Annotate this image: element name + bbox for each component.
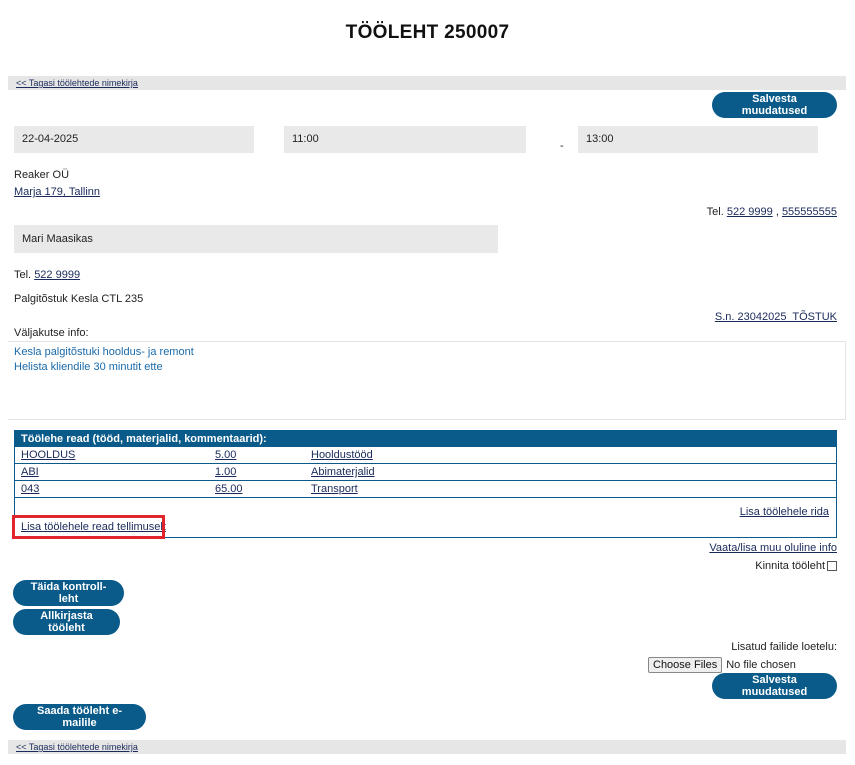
- send-email-button[interactable]: Saada tööleht e-mailile: [13, 704, 146, 730]
- back-to-list-link-bottom[interactable]: << Tagasi töölehtede nimekirja: [16, 742, 138, 752]
- equipment-name: Palgitõstuk Kesla CTL 235: [14, 293, 144, 305]
- customer-phone1-link[interactable]: 522 9999: [727, 206, 773, 218]
- confirm-label: Kinnita tööleht: [755, 560, 825, 572]
- add-row-link[interactable]: Lisa töölehele rida: [740, 506, 829, 518]
- customer-address-link[interactable]: Marja 179, Tallinn: [14, 186, 100, 198]
- choose-files-button[interactable]: Choose Files: [648, 657, 723, 673]
- confirm-worksheet: Kinnita tööleht: [640, 560, 837, 572]
- customer-tel-prefix: Tel.: [706, 206, 724, 218]
- top-back-bar: << Tagasi töölehtede nimekirja: [8, 76, 846, 90]
- save-button-top[interactable]: Salvesta muudatused: [712, 92, 837, 118]
- callout-line-1: Kesla palgitõstuki hooldus- ja remont: [14, 346, 194, 358]
- contact-tel-prefix: Tel.: [14, 269, 32, 281]
- checklist-button[interactable]: Täida kontroll-leht: [13, 580, 124, 606]
- highlight-box: [12, 515, 165, 539]
- contact-phone: Tel. 522 9999: [14, 269, 80, 281]
- callout-label: Väljakutse info:: [14, 327, 89, 339]
- time-end-field[interactable]: 13:00: [578, 126, 818, 153]
- page-title: TÖÖLEHT 250007: [345, 22, 510, 43]
- file-input: Choose Files No file chosen: [648, 657, 796, 673]
- customer-company: Reaker OÜ: [14, 169, 70, 181]
- date-field[interactable]: 22-04-2025: [14, 126, 254, 153]
- contact-phone-link[interactable]: 522 9999: [34, 269, 80, 281]
- row-code-link[interactable]: ABI: [21, 464, 39, 480]
- worksheet-rows-header: Töölehe read (tööd, materjalid, kommenta…: [15, 431, 836, 447]
- row-desc-link[interactable]: Transport: [311, 481, 358, 497]
- row-qty-link[interactable]: 1.00: [215, 464, 236, 480]
- callout-right-divider: [845, 341, 846, 419]
- confirm-checkbox[interactable]: [827, 561, 837, 572]
- row-code-link[interactable]: HOOLDUS: [21, 447, 75, 463]
- equipment-serial-link[interactable]: S.n. 23042025 TÕSTUK: [640, 311, 837, 323]
- callout-line-2: Helista kliendile 30 minutit ette: [14, 361, 163, 373]
- bottom-back-bar: << Tagasi töölehtede nimekirja: [8, 740, 846, 754]
- row-code-link[interactable]: 043: [21, 481, 39, 497]
- back-to-list-link[interactable]: << Tagasi töölehtede nimekirja: [16, 78, 138, 88]
- table-row: ABI 1.00 Abimaterjalid: [15, 464, 836, 481]
- callout-bottom-divider: [8, 419, 846, 420]
- customer-phones: Tel. 522 9999 , 555555555: [700, 206, 837, 218]
- table-row: HOOLDUS 5.00 Hooldustööd: [15, 447, 836, 464]
- other-info-link[interactable]: Vaata/lisa muu oluline info: [640, 542, 837, 554]
- files-label: Lisatud failide loetelu:: [731, 641, 837, 653]
- time-start-field[interactable]: 11:00: [284, 126, 526, 153]
- callout-top-divider: [8, 341, 846, 342]
- customer-phone2-link[interactable]: 555555555: [782, 206, 837, 218]
- customer-phone-sep: ,: [775, 206, 779, 218]
- sign-button[interactable]: Allkirjasta tööleht: [13, 609, 120, 635]
- row-qty-link[interactable]: 5.00: [215, 447, 236, 463]
- save-button-bottom[interactable]: Salvesta muudatused: [712, 673, 837, 699]
- row-qty-link[interactable]: 65.00: [215, 481, 243, 497]
- table-row: 043 65.00 Transport: [15, 481, 836, 498]
- contact-name-field[interactable]: Mari Maasikas: [14, 225, 498, 253]
- row-desc-link[interactable]: Abimaterjalid: [311, 464, 375, 480]
- row-desc-link[interactable]: Hooldustööd: [311, 447, 373, 463]
- time-separator: -: [560, 140, 564, 152]
- no-file-text: No file chosen: [726, 659, 796, 671]
